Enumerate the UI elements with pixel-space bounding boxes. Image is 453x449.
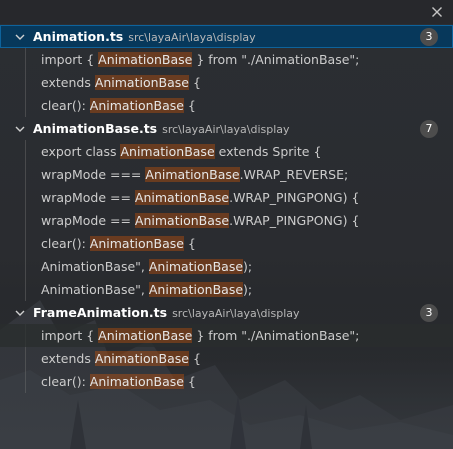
match-line[interactable]: AnimationBase", AnimationBase); <box>0 255 453 278</box>
match-count-badge: 7 <box>420 120 438 138</box>
file-row-frameanimation[interactable]: FrameAnimation.ts src\layaAir\laya\displa… <box>0 301 453 324</box>
match-line[interactable]: wrapMode == AnimationBase.WRAP_PINGPONG)… <box>0 209 453 232</box>
match-highlight: AnimationBase <box>98 52 193 67</box>
match-highlight: AnimationBase <box>94 351 189 366</box>
match-highlight: AnimationBase <box>134 213 230 228</box>
match-line[interactable]: import { AnimationBase } from "./Animati… <box>0 324 453 347</box>
file-name: AnimationBase.ts src\layaAir\laya\display <box>33 121 290 136</box>
chevron-down-icon[interactable] <box>14 31 26 43</box>
file-row-animationbase[interactable]: AnimationBase.ts src\layaAir\laya\display… <box>0 117 453 140</box>
search-results-panel: Animation.ts src\layaAir\laya\display 3 i… <box>0 0 453 449</box>
match-line[interactable]: wrapMode == AnimationBase.WRAP_PINGPONG)… <box>0 186 453 209</box>
match-line[interactable]: AnimationBase", AnimationBase); <box>0 278 453 301</box>
match-highlight: AnimationBase <box>98 328 193 343</box>
match-group: import { AnimationBase } from "./Animati… <box>0 48 453 117</box>
match-highlight: AnimationBase <box>89 374 184 389</box>
match-group: export class AnimationBase extends Sprit… <box>0 140 453 301</box>
close-button[interactable] <box>428 3 446 21</box>
match-line[interactable]: wrapMode === AnimationBase.WRAP_REVERSE; <box>0 163 453 186</box>
results-tree: Animation.ts src\layaAir\laya\display 3 i… <box>0 25 453 393</box>
chevron-down-icon[interactable] <box>14 307 26 319</box>
match-group: import { AnimationBase } from "./Animati… <box>0 324 453 393</box>
file-path: src\layaAir\laya\display <box>128 31 256 44</box>
panel-header <box>0 0 453 24</box>
match-line[interactable]: clear(): AnimationBase { <box>0 370 453 393</box>
match-highlight: AnimationBase <box>120 144 215 159</box>
file-path: src\layaAir\laya\display <box>162 123 290 136</box>
match-highlight: AnimationBase <box>89 236 184 251</box>
file-row-animation[interactable]: Animation.ts src\layaAir\laya\display 3 <box>0 25 453 48</box>
file-name: Animation.ts src\layaAir\laya\display <box>33 29 256 44</box>
file-path: src\layaAir\laya\display <box>172 307 300 320</box>
match-line[interactable]: clear(): AnimationBase { <box>0 232 453 255</box>
match-line[interactable]: extends AnimationBase { <box>0 347 453 370</box>
match-count-badge: 3 <box>420 304 438 322</box>
match-line[interactable]: import { AnimationBase } from "./Animati… <box>0 48 453 71</box>
match-highlight: AnimationBase <box>89 98 184 113</box>
match-line[interactable]: clear(): AnimationBase { <box>0 94 453 117</box>
close-icon <box>432 7 442 17</box>
match-highlight: AnimationBase <box>94 75 189 90</box>
match-line[interactable]: extends AnimationBase { <box>0 71 453 94</box>
match-highlight: AnimationBase <box>134 190 230 205</box>
match-count-badge: 3 <box>420 28 438 46</box>
match-highlight: AnimationBase <box>148 282 244 297</box>
chevron-down-icon[interactable] <box>14 123 26 135</box>
match-highlight: AnimationBase <box>148 259 244 274</box>
file-name: FrameAnimation.ts src\layaAir\laya\displa… <box>33 305 300 320</box>
match-highlight: AnimationBase <box>145 167 240 182</box>
match-line[interactable]: export class AnimationBase extends Sprit… <box>0 140 453 163</box>
